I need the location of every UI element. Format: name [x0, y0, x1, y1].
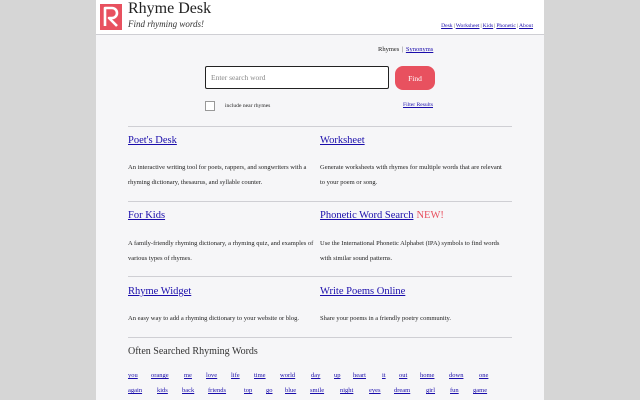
word-link[interactable]: smile: [310, 387, 324, 394]
site-tagline: Find rhyming words!: [128, 19, 205, 29]
filter-results-link[interactable]: Filter Results: [403, 102, 433, 108]
card-desc-rhyme-widget: An easy way to add a rhyming dictionary …: [128, 315, 299, 322]
word-link[interactable]: fun: [450, 387, 459, 394]
word-link[interactable]: time: [254, 372, 266, 379]
word-link[interactable]: dream: [394, 387, 410, 394]
page: Rhyme Desk Find rhyming words! Desk|Work…: [96, 0, 544, 400]
search-input[interactable]: [205, 66, 389, 89]
often-searched-title: Often Searched Rhyming Words: [128, 346, 258, 357]
word-link[interactable]: orange: [151, 372, 169, 379]
word-link[interactable]: heart: [353, 372, 366, 379]
site-header: Rhyme Desk Find rhyming words! Desk|Work…: [96, 0, 544, 35]
word-link[interactable]: day: [311, 372, 320, 379]
new-badge: NEW!: [416, 210, 444, 221]
rhyme-desk-logo-icon[interactable]: [100, 4, 122, 30]
nav-link-about[interactable]: About: [519, 23, 533, 29]
card-title-for-kids[interactable]: For Kids: [128, 210, 165, 221]
divider: [128, 201, 512, 202]
word-link[interactable]: up: [334, 372, 341, 379]
card-desc-phonetic-word-search: Use the International Phonetic Alphabet …: [320, 240, 500, 262]
card-title-worksheet[interactable]: Worksheet: [320, 135, 365, 146]
word-link[interactable]: me: [184, 372, 192, 379]
word-link[interactable]: home: [420, 372, 434, 379]
word-link[interactable]: eyes: [369, 387, 381, 394]
nav-link-desk[interactable]: Desk: [441, 23, 453, 29]
near-rhymes-checkbox[interactable]: [205, 101, 215, 111]
word-link[interactable]: game: [473, 387, 487, 394]
card-title-poets-desk[interactable]: Poet's Desk: [128, 135, 177, 146]
word-link[interactable]: down: [449, 372, 463, 379]
card-desc-for-kids: A family-friendly rhyming dictionary, a …: [128, 240, 314, 262]
top-navigation: Desk|Worksheet|Kids|Phonetic|About: [441, 23, 533, 29]
often-searched-row-2: again kids back friends top go blue smil…: [128, 387, 512, 397]
word-link[interactable]: blue: [285, 387, 296, 394]
divider: [128, 276, 512, 277]
word-link[interactable]: life: [231, 372, 240, 379]
mode-rhymes: Rhymes: [378, 46, 400, 53]
word-link[interactable]: you: [128, 372, 138, 379]
site-title[interactable]: Rhyme Desk: [128, 0, 211, 18]
divider: [128, 126, 512, 127]
find-button[interactable]: Find: [395, 66, 435, 90]
word-link[interactable]: it: [382, 372, 386, 379]
word-link[interactable]: world: [280, 372, 295, 379]
card-desc-worksheet: Generate worksheets with rhymes for mult…: [320, 164, 502, 186]
near-rhymes-label: include near rhymes: [225, 103, 271, 109]
word-link[interactable]: again: [128, 387, 142, 394]
word-link[interactable]: kids: [157, 387, 168, 394]
mode-synonyms-link[interactable]: Synonyms: [406, 46, 433, 53]
word-link[interactable]: love: [206, 372, 217, 379]
word-link[interactable]: one: [479, 372, 488, 379]
divider: [128, 337, 512, 338]
card-title-write-poems-online[interactable]: Write Poems Online: [320, 286, 405, 297]
word-link[interactable]: night: [340, 387, 353, 394]
card-desc-poets-desk: An interactive writing tool for poets, r…: [128, 164, 307, 186]
card-desc-write-poems-online: Share your poems in a friendly poetry co…: [320, 315, 451, 322]
search-mode-switch: Rhymes | Synonyms: [378, 46, 433, 53]
nav-link-kids[interactable]: Kids: [483, 23, 494, 29]
mode-separator: |: [401, 46, 404, 53]
word-link[interactable]: girl: [426, 387, 435, 394]
card-title-phonetic-row: Phonetic Word Search NEW!: [320, 210, 444, 221]
word-link[interactable]: out: [399, 372, 407, 379]
word-link[interactable]: go: [266, 387, 273, 394]
nav-link-worksheet[interactable]: Worksheet: [456, 23, 480, 29]
often-searched-row-1: you orange me love life time world day u…: [128, 372, 512, 382]
card-title-rhyme-widget[interactable]: Rhyme Widget: [128, 286, 191, 297]
word-link[interactable]: back: [182, 387, 194, 394]
word-link[interactable]: friends: [208, 387, 226, 394]
card-title-phonetic-word-search[interactable]: Phonetic Word Search: [320, 210, 413, 221]
nav-link-phonetic[interactable]: Phonetic: [496, 23, 516, 29]
word-link[interactable]: top: [244, 387, 252, 394]
logo-r-icon: [100, 4, 122, 30]
